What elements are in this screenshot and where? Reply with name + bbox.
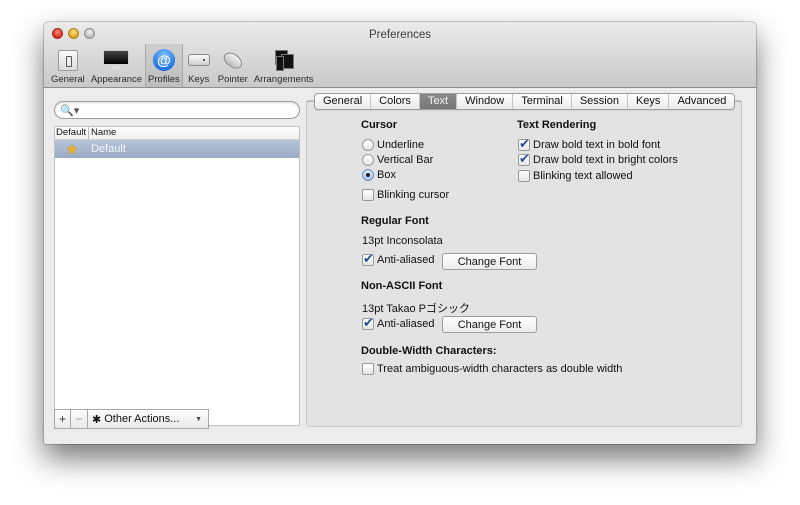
tab-keys[interactable]: Keys — [628, 94, 670, 109]
checkbox-label: Blinking cursor — [377, 189, 450, 201]
cursor-underline-radio[interactable]: Underline — [362, 139, 424, 151]
toolbar-label: Keys — [188, 74, 210, 85]
tab-advanced[interactable]: Advanced — [669, 94, 734, 109]
checkbox-label: Anti-aliased — [377, 318, 435, 330]
preferences-window: Preferences General Appearance @ Profile… — [44, 22, 756, 444]
remove-profile-button[interactable]: − — [71, 409, 88, 429]
checkbox-label: Draw bold text in bright colors — [533, 154, 678, 166]
checkbox[interactable] — [362, 315, 374, 331]
title-bar: Preferences General Appearance @ Profile… — [44, 22, 756, 88]
add-profile-button[interactable]: + — [54, 409, 71, 429]
checkbox[interactable] — [518, 170, 530, 182]
keyboard-icon — [187, 54, 210, 66]
regular-font-value: 13pt Inconsolata — [362, 235, 443, 247]
double-width-heading: Double-Width Characters: — [361, 345, 497, 357]
profile-row[interactable]: ★ Default — [55, 140, 299, 158]
blinking-cursor-checkbox[interactable]: Blinking cursor — [362, 189, 449, 201]
column-header-default[interactable]: Default — [55, 127, 89, 139]
radio-label: Underline — [377, 139, 425, 151]
radio-button[interactable] — [362, 139, 374, 151]
checkbox[interactable] — [362, 189, 374, 201]
gear-icon: ✱ — [92, 413, 102, 426]
regular-font-heading: Regular Font — [361, 215, 429, 227]
preferences-toolbar: General Appearance @ Profiles Keys Point… — [48, 44, 317, 87]
toolbar-label: General — [51, 74, 85, 85]
toolbar-label: Appearance — [90, 74, 143, 85]
checkbox[interactable] — [518, 151, 530, 167]
toolbar-label: Arrangements — [253, 74, 314, 85]
ambiguous-width-checkbox[interactable]: Treat ambiguous-width characters as doub… — [362, 363, 622, 375]
tab-general[interactable]: General — [315, 94, 372, 109]
checkbox-label: Anti-aliased — [377, 254, 435, 266]
checkbox[interactable] — [362, 363, 374, 375]
toolbar-pointer[interactable]: Pointer — [215, 44, 251, 87]
tab-colors[interactable]: Colors — [371, 94, 420, 109]
bold-font-checkbox[interactable]: Draw bold text in bold font — [518, 136, 661, 152]
toolbar-arrangements[interactable]: Arrangements — [251, 44, 317, 87]
checkbox-label: Draw bold text in bold font — [533, 139, 661, 151]
toolbar-keys[interactable]: Keys — [183, 44, 215, 87]
other-actions-dropdown[interactable]: ✱ Other Actions... ▼ — [88, 409, 209, 429]
radio-button[interactable] — [362, 169, 374, 181]
profile-name: Default — [91, 143, 126, 155]
profile-list-header: Default Name — [55, 127, 299, 140]
cursor-heading: Cursor — [361, 119, 398, 131]
checkbox-label: Blinking text allowed — [533, 170, 633, 182]
non-ascii-font-value: 13pt Takao Pゴシック — [362, 303, 471, 315]
toolbar-general[interactable]: General — [48, 44, 88, 87]
windows-icon — [273, 49, 295, 71]
profile-actions-bar: + − ✱ Other Actions... ▼ — [54, 409, 209, 429]
cursor-box-radio[interactable]: Box — [362, 169, 396, 181]
checkbox-label: Treat ambiguous-width characters as doub… — [377, 363, 623, 375]
window-title: Preferences — [368, 29, 431, 41]
toolbar-label: Pointer — [217, 74, 248, 85]
bright-colors-checkbox[interactable]: Draw bold text in bright colors — [518, 151, 678, 167]
mouse-icon — [220, 48, 245, 72]
profile-search-field[interactable]: 🔍▾ — [54, 101, 300, 119]
general-switch-icon — [57, 49, 78, 71]
change-non-ascii-font-button[interactable]: Change Font — [442, 316, 537, 333]
text-rendering-heading: Text Rendering — [517, 119, 597, 131]
radio-label: Box — [377, 169, 396, 181]
other-actions-label: Other Actions... — [104, 413, 180, 425]
change-regular-font-button[interactable]: Change Font — [442, 253, 537, 270]
profile-list: Default Name ★ Default — [54, 126, 300, 426]
monitor-icon — [103, 50, 130, 70]
checkbox[interactable] — [362, 251, 374, 267]
non-ascii-font-heading: Non-ASCII Font — [361, 280, 443, 292]
toolbar-appearance[interactable]: Appearance — [88, 44, 145, 87]
column-header-name[interactable]: Name — [89, 127, 116, 139]
radio-label: Vertical Bar — [377, 154, 434, 166]
chevron-down-icon: ▼ — [195, 415, 202, 423]
blinking-text-checkbox[interactable]: Blinking text allowed — [518, 170, 633, 182]
cursor-vertical-bar-radio[interactable]: Vertical Bar — [362, 154, 433, 166]
tab-session[interactable]: Session — [572, 94, 628, 109]
at-sign-icon: @ — [152, 49, 175, 71]
radio-button[interactable] — [362, 154, 374, 166]
tab-window[interactable]: Window — [457, 94, 514, 109]
profile-tabs: General Colors Text Window Terminal Sess… — [314, 93, 736, 110]
toolbar-profiles[interactable]: @ Profiles — [145, 44, 183, 87]
tab-terminal[interactable]: Terminal — [513, 94, 572, 109]
search-icon: 🔍▾ — [60, 105, 80, 117]
regular-anti-aliased-checkbox[interactable]: Anti-aliased — [362, 251, 435, 267]
toolbar-label: Profiles — [148, 74, 180, 85]
non-ascii-anti-aliased-checkbox[interactable]: Anti-aliased — [362, 315, 435, 331]
checkbox[interactable] — [518, 136, 530, 152]
tab-text[interactable]: Text — [419, 94, 458, 109]
default-star-icon: ★ — [65, 140, 79, 157]
